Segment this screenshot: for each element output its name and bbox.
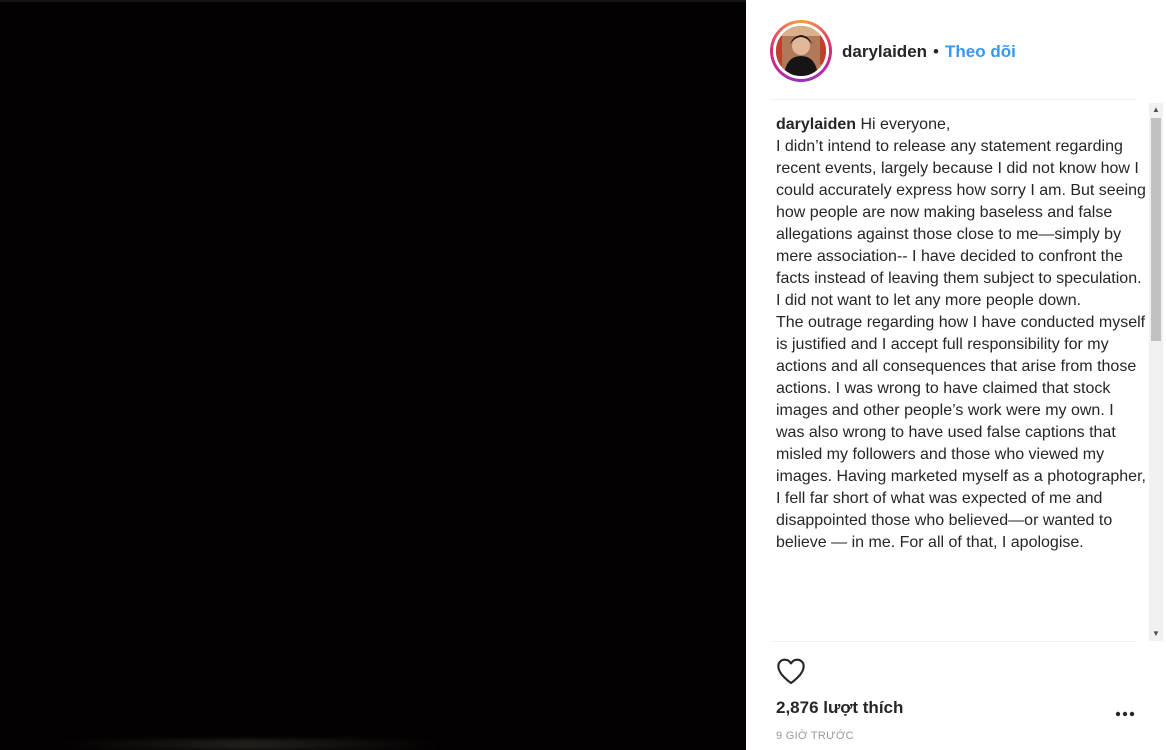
header-title: darylaiden • Theo dõi (842, 41, 1016, 63)
more-options-icon[interactable] (1113, 703, 1137, 723)
scrollbar-thumb[interactable] (1151, 118, 1161, 341)
post-viewer: darylaiden • Theo dõi darylaiden Hi everyo… (0, 0, 1166, 750)
avatar[interactable] (770, 20, 832, 82)
post-header: darylaiden • Theo dõi (746, 0, 1166, 100)
follow-button[interactable]: Theo dõi (945, 42, 1016, 61)
caption-line: Hi everyone, (860, 116, 951, 133)
caption-scroll-area[interactable]: darylaiden Hi everyone, I didn’t intend … (776, 114, 1146, 642)
likes-count[interactable]: 2,876 lượt thích (776, 697, 903, 719)
heart-icon[interactable] (775, 655, 807, 687)
caption-text: darylaiden Hi everyone, I didn’t intend … (776, 114, 1146, 554)
avatar-image (776, 26, 826, 76)
scroll-down-arrow-icon[interactable]: ▼ (1149, 627, 1163, 641)
media-top-edge (0, 0, 746, 2)
scroll-up-arrow-icon[interactable]: ▲ (1149, 103, 1163, 117)
header-username[interactable]: darylaiden (842, 42, 927, 61)
caption-line: The outrage regarding how I have conduct… (776, 314, 1146, 551)
post-media[interactable] (0, 0, 746, 750)
post-timestamp: 9 GIỜ TRƯỚC (776, 730, 854, 742)
caption-username[interactable]: darylaiden (776, 116, 856, 133)
media-blurred-text (60, 739, 440, 750)
separator-dot: • (933, 42, 939, 61)
caption-scrollbar[interactable]: ▲ ▼ (1149, 103, 1163, 641)
post-sidebar: darylaiden • Theo dõi darylaiden Hi everyo… (746, 0, 1166, 750)
actions-divider (771, 641, 1136, 642)
caption-line: I didn’t intend to release any statement… (776, 138, 1146, 309)
header-divider (771, 99, 1136, 100)
